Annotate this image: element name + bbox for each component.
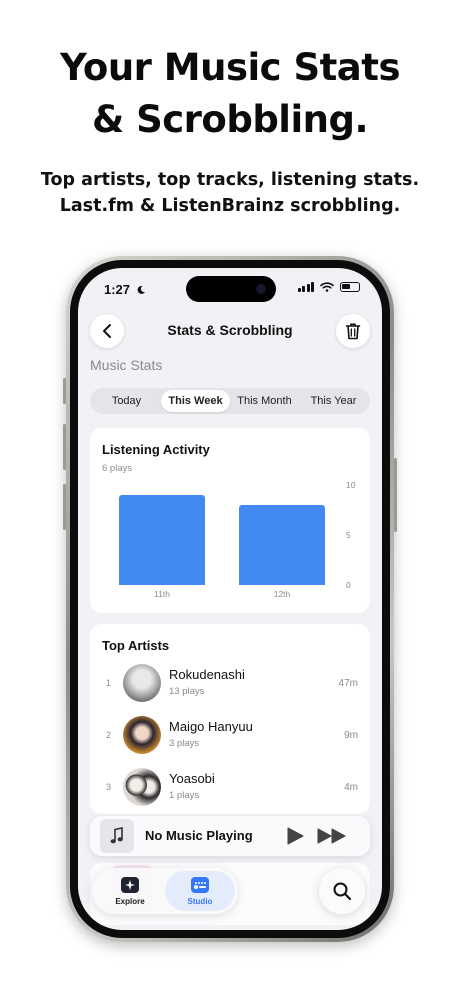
artist-rank: 1: [106, 678, 112, 688]
app-screen: 1:27 Stats & Scrobbling Music Stats Toda: [78, 268, 382, 930]
promo-subline-line-1: Top artists, top tracks, listening stats…: [40, 170, 420, 190]
promo-headline-line-1: Your Music Stats: [60, 46, 400, 89]
x-tick-label: 12th: [273, 589, 291, 599]
delete-button[interactable]: [336, 314, 370, 348]
status-time: 1:27: [104, 282, 146, 297]
artist-listening-time: 47m: [338, 678, 358, 689]
play-icon: [287, 827, 304, 845]
phone-action-button: [63, 378, 66, 404]
cellular-signal-icon: [297, 282, 314, 292]
battery-icon: [340, 282, 360, 292]
segment-this-month[interactable]: This Month: [230, 390, 299, 412]
promo-subline: Top artists, top tracks, listening stats…: [0, 167, 460, 219]
artist-listening-time: 4m: [344, 782, 358, 793]
artist-rank: 3: [106, 782, 112, 792]
artist-row-maigo-hanyuu[interactable]: 2 Maigo Hanyuu 3 plays 9m: [90, 712, 370, 760]
status-time-text: 1:27: [104, 282, 131, 297]
artist-avatar: [123, 664, 161, 702]
x-tick-label: 11th: [154, 589, 170, 599]
search-button[interactable]: [319, 868, 365, 914]
chart-bar: [239, 505, 325, 585]
fast-forward-icon: [317, 828, 346, 844]
tab-bar: Explore Studio: [92, 868, 238, 914]
play-button[interactable]: [284, 825, 306, 847]
artist-row-rokudenashi[interactable]: 1 Rokudenashi 13 plays 47m: [90, 660, 370, 708]
promo-subline-line-2: Last.fm & ListenBrainz scrobbling.: [59, 196, 401, 216]
tab-studio[interactable]: Studio: [165, 871, 235, 911]
artist-avatar: [123, 716, 161, 754]
artist-name: Rokudenashi: [169, 667, 245, 682]
phone-power-button: [394, 458, 397, 532]
promo-headline-line-2: & Scrobbling.: [91, 98, 369, 141]
segment-this-year[interactable]: This Year: [299, 390, 368, 412]
artist-plays: 3 plays: [169, 738, 200, 749]
mini-player-title: No Music Playing: [145, 828, 253, 843]
moon-icon: [137, 285, 145, 294]
y-tick-label: 10: [346, 480, 356, 490]
y-tick-label: 0: [346, 580, 351, 590]
listening-activity-card: Listening Activity 6 plays 10 5 0 11th 12th: [90, 428, 370, 613]
artist-name: Yoasobi: [169, 771, 215, 786]
top-artists-card: Top Artists 1 Rokudenashi 13 plays 47m 2…: [90, 624, 370, 814]
status-icons: [297, 282, 360, 292]
trash-icon: [345, 323, 361, 340]
time-range-segmented-control: Today This Week This Month This Year: [90, 388, 370, 414]
section-label-music-stats: Music Stats: [90, 357, 163, 373]
artist-plays: 1 plays: [169, 790, 200, 801]
top-artists-title: Top Artists: [102, 638, 170, 653]
artist-avatar: [123, 768, 161, 806]
phone-volume-up-button: [63, 424, 66, 470]
artist-listening-time: 9m: [344, 730, 358, 741]
y-tick-label: 5: [346, 530, 351, 540]
listening-activity-chart: 10 5 0 11th 12th: [90, 428, 370, 613]
mini-player-artwork: [100, 819, 134, 853]
segment-today[interactable]: Today: [92, 390, 161, 412]
promo-headline: Your Music Stats & Scrobbling.: [0, 42, 460, 146]
next-track-button[interactable]: [316, 825, 348, 847]
mini-player[interactable]: No Music Playing: [90, 816, 370, 856]
tab-explore-label: Explore: [115, 897, 145, 906]
artist-row-yoasobi[interactable]: 3 Yoasobi 1 plays 4m: [90, 764, 370, 812]
artist-plays: 13 plays: [169, 686, 205, 697]
music-note-icon: [110, 827, 123, 844]
chart-bar: [119, 495, 205, 585]
dynamic-island: [186, 276, 276, 302]
tab-studio-label: Studio: [187, 897, 213, 906]
tab-explore[interactable]: Explore: [95, 871, 165, 911]
segment-this-week[interactable]: This Week: [161, 390, 230, 412]
artist-rank: 2: [106, 730, 112, 740]
explore-icon: [121, 877, 139, 893]
search-icon: [333, 882, 352, 901]
camera-lens: [256, 284, 266, 294]
wifi-icon: [320, 282, 334, 292]
studio-icon: [191, 877, 209, 893]
artist-name: Maigo Hanyuu: [169, 719, 253, 734]
phone-volume-down-button: [63, 484, 66, 530]
